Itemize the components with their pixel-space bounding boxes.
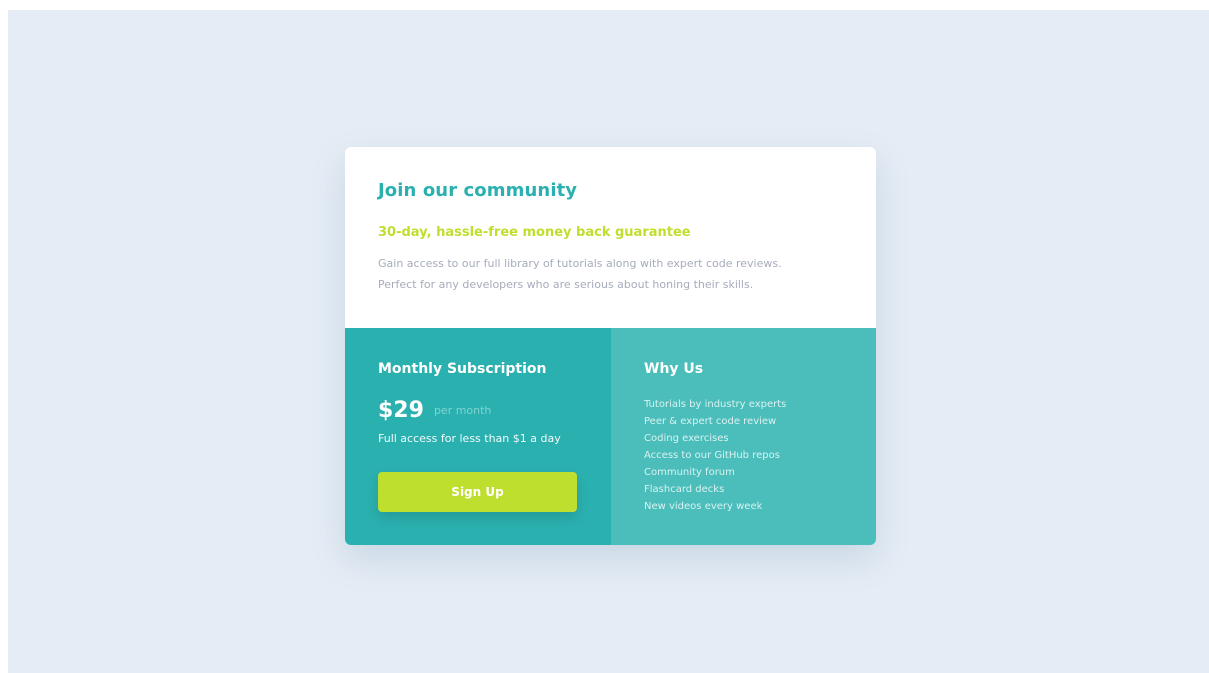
community-intro: Join our community 30-day, hassle-free m… xyxy=(345,147,876,328)
why-us-panel: Why Us Tutorials by industry experts Pee… xyxy=(611,328,876,545)
feature-item: Access to our GitHub repos xyxy=(644,450,780,461)
feature-item: Peer & expert code review xyxy=(644,416,777,427)
subscription-title: Monthly Subscription xyxy=(378,361,547,377)
monthly-subscription-panel: Monthly Subscription $29 per month Full … xyxy=(345,328,611,545)
subscription-period: per month xyxy=(433,403,492,417)
community-title: Join our community xyxy=(378,180,578,201)
description-line-2: Perfect for any developers who are serio… xyxy=(378,278,754,291)
subscription-note: Full access for less than $1 a day xyxy=(378,432,561,445)
guarantee-text: 30-day, hassle-free money back guarantee xyxy=(378,225,691,240)
page-background: Join our community 30-day, hassle-free m… xyxy=(8,10,1209,673)
why-us-title: Why Us xyxy=(644,361,704,377)
sign-up-button[interactable]: Sign Up xyxy=(378,472,577,512)
feature-item: Coding exercises xyxy=(644,433,729,444)
subscription-price: $29 xyxy=(378,397,424,423)
price-row: $29 per month xyxy=(378,395,491,425)
feature-item: Flashcard decks xyxy=(644,484,725,495)
description-line-1: Gain access to our full library of tutor… xyxy=(378,257,782,270)
community-description: Gain access to our full library of tutor… xyxy=(378,253,848,295)
feature-item: Tutorials by industry experts xyxy=(644,399,787,410)
community-card: Join our community 30-day, hassle-free m… xyxy=(345,147,876,545)
feature-item: New videos every week xyxy=(644,501,763,512)
feature-item: Community forum xyxy=(644,467,735,478)
feature-list: Tutorials by industry experts Peer & exp… xyxy=(644,396,786,515)
